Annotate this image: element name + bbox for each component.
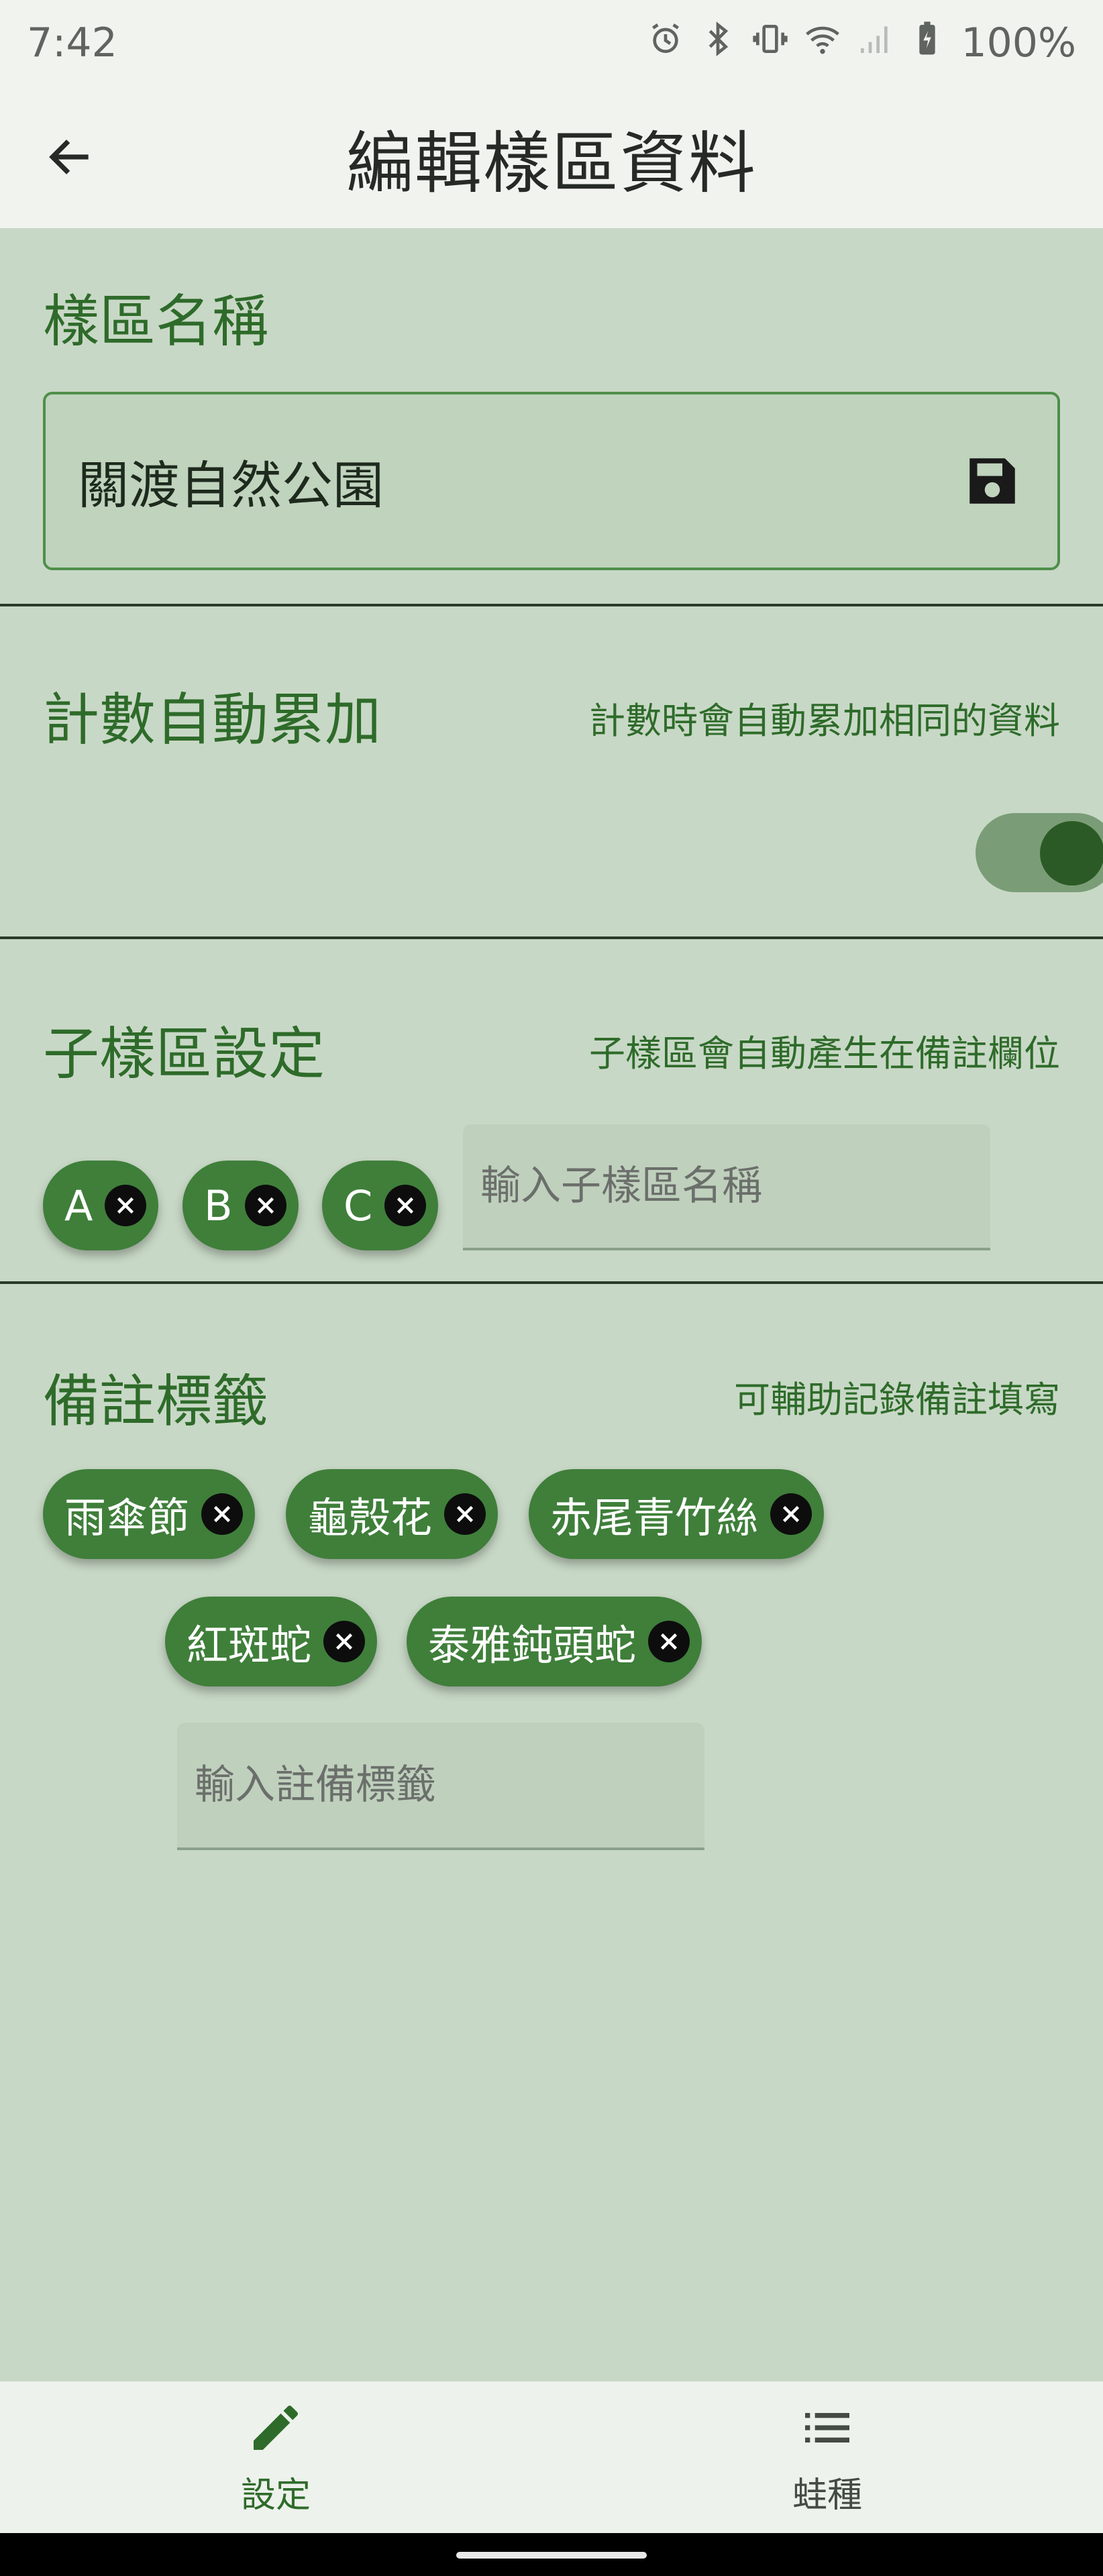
nav-label-species: 蛙種 bbox=[792, 2475, 862, 2516]
tag-chip[interactable]: 泰雅鈍頭蛇 bbox=[407, 1597, 702, 1686]
section-title-auto: 計數自動累加 bbox=[43, 687, 382, 753]
status-time: 7:42 bbox=[27, 19, 117, 66]
chip-remove-icon[interactable] bbox=[770, 1493, 812, 1535]
section-hint-auto: 計數時會自動累加相同的資料 bbox=[589, 700, 1060, 742]
chip-remove-icon[interactable] bbox=[323, 1621, 366, 1662]
plot-name-value[interactable]: 關渡自然公園 bbox=[78, 444, 384, 518]
bluetooth-icon bbox=[699, 20, 737, 66]
status-icons: 100% bbox=[647, 19, 1076, 66]
vibrate-icon bbox=[751, 20, 789, 66]
tag-input-container bbox=[177, 1723, 704, 1850]
nav-item-species[interactable]: 蛙種 bbox=[552, 2381, 1103, 2533]
chip-label: C bbox=[344, 1181, 373, 1230]
tag-chip[interactable]: 龜殼花 bbox=[286, 1469, 498, 1559]
page-title: 編輯樣區資料 bbox=[346, 123, 757, 203]
nav-label-settings: 設定 bbox=[240, 2475, 311, 2516]
section-hint-subplot: 子樣區會自動產生在備註欄位 bbox=[589, 1032, 1060, 1075]
wifi-icon bbox=[804, 20, 841, 66]
chip-remove-icon[interactable] bbox=[201, 1493, 244, 1535]
tag-chip[interactable]: 紅斑蛇 bbox=[165, 1597, 378, 1686]
chip-label: B bbox=[204, 1181, 233, 1230]
subplot-chip[interactable]: C bbox=[322, 1161, 439, 1250]
status-bar: 7:42 100% bbox=[0, 0, 1103, 86]
battery-charging-icon bbox=[908, 20, 946, 66]
section-title-name: 樣區名稱 bbox=[43, 288, 269, 354]
list-icon bbox=[805, 2412, 849, 2443]
save-icon[interactable] bbox=[962, 451, 1022, 511]
system-navigation-bar bbox=[0, 2533, 1103, 2576]
tag-chip[interactable]: 雨傘節 bbox=[43, 1469, 256, 1559]
alarm-icon bbox=[647, 20, 684, 66]
section-title-subplot: 子樣區設定 bbox=[43, 1021, 325, 1087]
chip-remove-icon[interactable] bbox=[384, 1185, 427, 1226]
bottom-navigation: 設定 蛙種 bbox=[0, 2381, 1103, 2533]
tag-chip[interactable]: 赤尾青竹絲 bbox=[529, 1469, 825, 1559]
chip-label: 龜殼花 bbox=[307, 1493, 433, 1542]
subplot-name-input[interactable] bbox=[480, 1124, 977, 1248]
plot-name-field[interactable]: 關渡自然公園 bbox=[43, 392, 1060, 570]
tag-input[interactable] bbox=[195, 1723, 691, 1847]
chip-label: 泰雅鈍頭蛇 bbox=[428, 1621, 637, 1670]
subplot-chip[interactable]: B bbox=[182, 1161, 299, 1250]
nav-item-settings[interactable]: 設定 bbox=[0, 2381, 552, 2533]
chip-label: 紅斑蛇 bbox=[187, 1621, 312, 1670]
chip-remove-icon[interactable] bbox=[105, 1185, 147, 1226]
toggle-thumb bbox=[1040, 821, 1103, 885]
divider bbox=[0, 1281, 1103, 1284]
app-bar: 編輯樣區資料 bbox=[0, 86, 1103, 228]
chip-remove-icon[interactable] bbox=[244, 1185, 286, 1226]
chip-label: A bbox=[64, 1181, 93, 1230]
auto-accumulate-toggle[interactable] bbox=[976, 810, 1103, 894]
chip-label: 雨傘節 bbox=[64, 1493, 190, 1542]
section-hint-tags: 可輔助記錄備註填寫 bbox=[734, 1379, 1060, 1421]
battery-percent: 100% bbox=[961, 19, 1076, 66]
section-title-tags: 備註標籤 bbox=[43, 1368, 269, 1434]
subplot-input-container bbox=[463, 1124, 990, 1250]
chip-remove-icon[interactable] bbox=[648, 1621, 690, 1662]
chip-label: 赤尾青竹絲 bbox=[550, 1493, 759, 1542]
divider bbox=[0, 604, 1103, 606]
pencil-edit-icon bbox=[254, 2405, 298, 2450]
home-gesture-handle[interactable] bbox=[456, 2552, 647, 2559]
subplot-chip[interactable]: A bbox=[43, 1161, 159, 1250]
chip-remove-icon[interactable] bbox=[444, 1493, 486, 1535]
divider bbox=[0, 936, 1103, 939]
cell-signal-icon bbox=[856, 20, 894, 66]
